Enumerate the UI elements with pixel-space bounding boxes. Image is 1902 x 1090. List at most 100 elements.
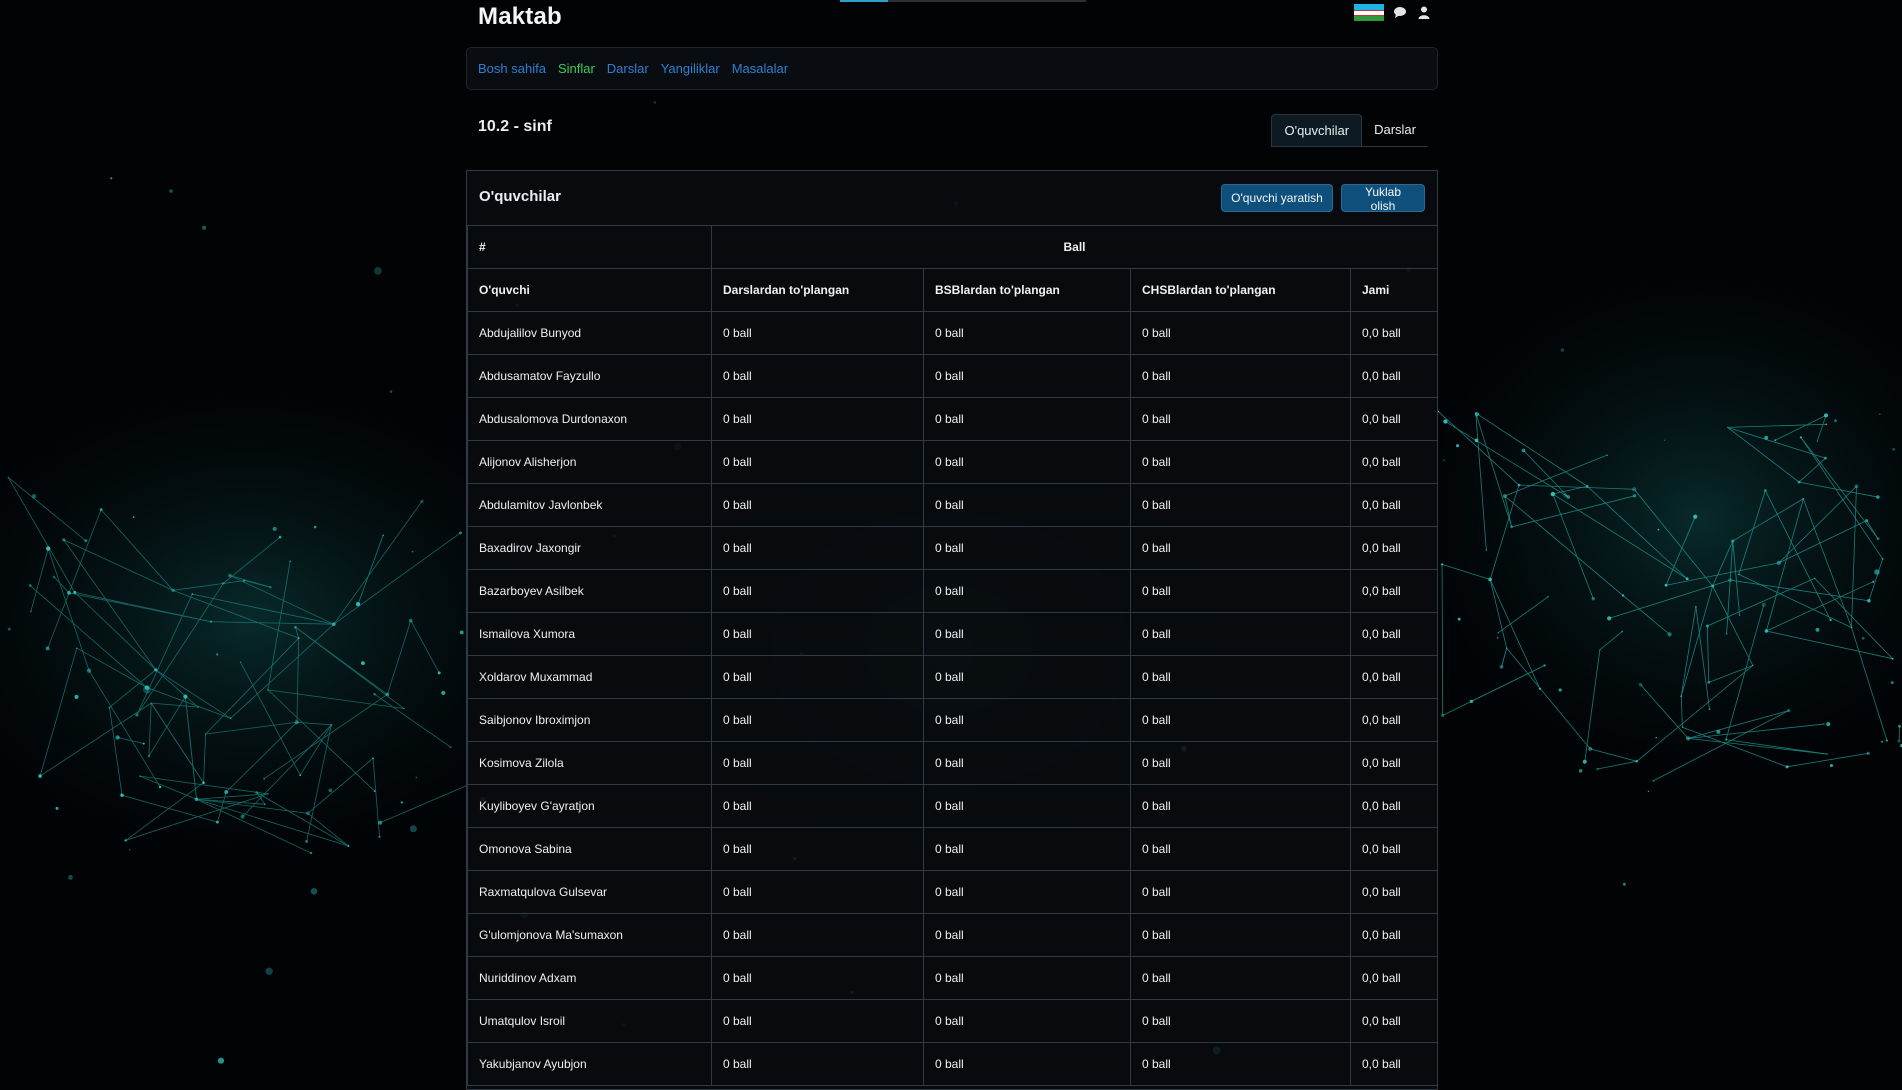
table-row: Abdusamatov Fayzullo 0 ball 0 ball 0 ball 0,… xyxy=(467,354,1439,398)
chsb-score-cell: 0 ball xyxy=(1130,1042,1351,1086)
table-row: Kosimova Zilola 0 ball 0 ball 0 ball 0,0 bal… xyxy=(467,741,1439,785)
chsb-score-cell: 0 ball xyxy=(1130,311,1351,355)
student-name-cell: Saibjonov Ibroximjon xyxy=(467,698,712,742)
column-header-chsb: CHSBlardan to'plangan xyxy=(1130,268,1351,312)
chsb-score-cell: 0 ball xyxy=(1130,870,1351,914)
total-score-cell: 0,0 ball xyxy=(1349,526,1439,570)
language-flag-icon[interactable] xyxy=(1354,4,1384,21)
card-title: O'quvchilar xyxy=(479,188,561,205)
chsb-score-cell: 0 ball xyxy=(1130,827,1351,871)
column-header-lessons: Darslardan to'plangan xyxy=(711,268,924,312)
total-score-cell: 0,0 ball xyxy=(1349,397,1439,441)
total-score-cell: 0,0 ball xyxy=(1349,612,1439,656)
student-name-cell: Abdusamatov Fayzullo xyxy=(467,354,712,398)
tab-bar: O'quvchilar Darslar xyxy=(1271,114,1428,147)
total-score-cell: 0,0 ball xyxy=(1349,354,1439,398)
bsb-score-cell: 0 ball xyxy=(923,569,1131,613)
lessons-score-cell: 0 ball xyxy=(711,397,924,441)
chsb-score-cell: 0 ball xyxy=(1130,354,1351,398)
total-score-cell: 0,0 ball xyxy=(1349,741,1439,785)
bsb-score-cell: 0 ball xyxy=(923,870,1131,914)
chsb-score-cell: 0 ball xyxy=(1130,655,1351,699)
tab-oquvchilar[interactable]: O'quvchilar xyxy=(1271,114,1363,146)
chat-icon[interactable] xyxy=(1392,5,1408,21)
lessons-score-cell: 0 ball xyxy=(711,913,924,957)
bsb-score-cell: 0 ball xyxy=(923,612,1131,656)
total-score-cell: 0,0 ball xyxy=(1349,655,1439,699)
page-container: Maktab Bosh sahifa Sinflar Darslar Yangi… xyxy=(466,0,1439,1090)
lessons-score-cell: 0 ball xyxy=(711,784,924,828)
bsb-score-cell: 0 ball xyxy=(923,999,1131,1043)
lessons-score-cell: 0 ball xyxy=(711,526,924,570)
lessons-score-cell: 0 ball xyxy=(711,311,924,355)
student-name-cell: Bazarboyev Asilbek xyxy=(467,569,712,613)
bsb-score-cell: 0 ball xyxy=(923,784,1131,828)
chsb-score-cell: 0 ball xyxy=(1130,784,1351,828)
create-student-button[interactable]: O'quvchi yaratish xyxy=(1221,184,1333,212)
student-name-cell: Umatqulov Isroil xyxy=(467,999,712,1043)
nav-item-yangiliklar[interactable]: Yangiliklar xyxy=(661,61,720,76)
student-name-cell: Raxmatqulova Gulsevar xyxy=(467,870,712,914)
download-button[interactable]: Yuklab olish xyxy=(1341,184,1425,213)
nav-item-masalalar[interactable]: Masalalar xyxy=(732,61,788,76)
lessons-score-cell: 0 ball xyxy=(711,354,924,398)
student-name-cell: Kosimova Zilola xyxy=(467,741,712,785)
chsb-score-cell: 0 ball xyxy=(1130,612,1351,656)
bsb-score-cell: 0 ball xyxy=(923,698,1131,742)
table-row: Saibjonov Ibroximjon 0 ball 0 ball 0 ball 0,… xyxy=(467,698,1439,742)
lessons-score-cell: 0 ball xyxy=(711,655,924,699)
total-score-cell: 0,0 ball xyxy=(1349,1042,1439,1086)
table-row: Omonova Sabina 0 ball 0 ball 0 ball 0,0 ball xyxy=(467,827,1439,871)
loading-progress xyxy=(840,0,1086,2)
student-name-cell: Abdulamitov Javlonbek xyxy=(467,483,712,527)
main-navbar: Bosh sahifa Sinflar Darslar Yangiliklar … xyxy=(466,47,1438,90)
table-row: Alijonov Alisherjon 0 ball 0 ball 0 ball 0,0… xyxy=(467,440,1439,484)
header-icons xyxy=(1354,4,1432,21)
student-name-cell: Kuyliboyev G'ayratjon xyxy=(467,784,712,828)
user-icon[interactable] xyxy=(1416,5,1432,21)
chsb-score-cell: 0 ball xyxy=(1130,483,1351,527)
table-row: Nuriddinov Adxam 0 ball 0 ball 0 ball 0,0 ba… xyxy=(467,956,1439,1000)
table-row: Xoldarov Muxammad 0 ball 0 ball 0 ball 0,0 b… xyxy=(467,655,1439,699)
chsb-score-cell: 0 ball xyxy=(1130,913,1351,957)
total-score-cell: 0,0 ball xyxy=(1349,784,1439,828)
lessons-score-cell: 0 ball xyxy=(711,440,924,484)
student-name-cell: Nuriddinov Adxam xyxy=(467,956,712,1000)
bsb-score-cell: 0 ball xyxy=(923,311,1131,355)
lessons-score-cell: 0 ball xyxy=(711,956,924,1000)
lessons-score-cell: 0 ball xyxy=(711,870,924,914)
table-row: Abdulamitov Javlonbek 0 ball 0 ball 0 ball 0… xyxy=(467,483,1439,527)
total-score-cell: 0,0 ball xyxy=(1349,311,1439,355)
student-name-cell: Abdujalilov Bunyod xyxy=(467,311,712,355)
total-score-cell: 0,0 ball xyxy=(1349,440,1439,484)
bsb-score-cell: 0 ball xyxy=(923,526,1131,570)
nav-item-darslar[interactable]: Darslar xyxy=(607,61,649,76)
nav-item-sinflar[interactable]: Sinflar xyxy=(558,61,595,76)
table-header-ball: Ball xyxy=(710,225,1439,269)
table-row: Raxmatqulova Gulsevar 0 ball 0 ball 0 ball 0… xyxy=(467,870,1439,914)
table-row: Ismailova Xumora 0 ball 0 ball 0 ball 0,0 ba… xyxy=(467,612,1439,656)
lessons-score-cell: 0 ball xyxy=(711,569,924,613)
chsb-score-cell: 0 ball xyxy=(1130,397,1351,441)
total-score-cell: 0,0 ball xyxy=(1349,999,1439,1043)
students-table: # Ball O'quvchi Darslardan to'plangan BS… xyxy=(467,225,1439,1086)
table-header-hash: # xyxy=(467,225,712,269)
chsb-score-cell: 0 ball xyxy=(1130,698,1351,742)
bsb-score-cell: 0 ball xyxy=(923,913,1131,957)
lessons-score-cell: 0 ball xyxy=(711,483,924,527)
column-header-bsb: BSBlardan to'plangan xyxy=(923,268,1131,312)
lessons-score-cell: 0 ball xyxy=(711,827,924,871)
student-name-cell: Baxadirov Jaxongir xyxy=(467,526,712,570)
lessons-score-cell: 0 ball xyxy=(711,741,924,785)
tab-darslar[interactable]: Darslar xyxy=(1362,114,1428,146)
chsb-score-cell: 0 ball xyxy=(1130,440,1351,484)
student-name-cell: Omonova Sabina xyxy=(467,827,712,871)
bsb-score-cell: 0 ball xyxy=(923,827,1131,871)
chsb-score-cell: 0 ball xyxy=(1130,526,1351,570)
bsb-score-cell: 0 ball xyxy=(923,397,1131,441)
bsb-score-cell: 0 ball xyxy=(923,354,1131,398)
nav-item-bosh-sahifa[interactable]: Bosh sahifa xyxy=(478,61,546,76)
student-name-cell: Alijonov Alisherjon xyxy=(467,440,712,484)
brand-logo[interactable]: Maktab xyxy=(478,3,562,31)
table-row: Kuyliboyev G'ayratjon 0 ball 0 ball 0 ball 0… xyxy=(467,784,1439,828)
